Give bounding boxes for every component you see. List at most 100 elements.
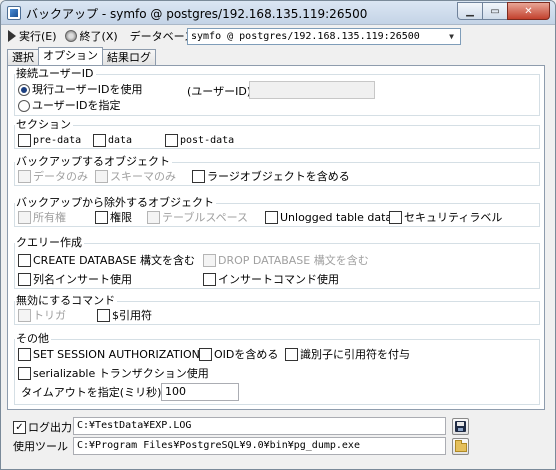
maximize-icon: ▭ [490,5,500,17]
maximize-button[interactable]: ▭ [482,2,508,20]
other-group: その他 SET SESSION AUTHORIZATION OIDを含める 識別… [14,333,540,405]
disable-commands-title: 無効にするコマンド [15,294,118,307]
checkbox-icon [203,254,216,267]
create-database-label: CREATE DATABASE 構文を含む [33,253,195,267]
database-select[interactable]: symfo @ postgres/192.168.135.119:26500 ▼ [187,28,461,45]
connection-user-title: 接続ユーザーID [15,67,96,80]
checkbox-icon [389,211,402,224]
other-title: その他 [15,332,51,345]
schema-only-label: スキーマのみ [110,169,176,183]
tab-select[interactable]: 選択 [7,49,39,65]
use-current-user-radio[interactable]: 現行ユーザーIDを使用 [18,84,143,96]
tablespace-checkbox[interactable]: テーブルスペース [147,211,248,224]
app-icon [7,6,21,20]
checkbox-icon [18,273,31,286]
privileges-label: 権限 [110,210,132,224]
checkbox-icon [165,134,178,147]
checkbox-icon [147,211,160,224]
save-log-button[interactable] [452,418,469,435]
checkbox-icon [265,211,278,224]
radio-empty-icon [18,100,30,112]
checkbox-icon [285,348,298,361]
insert-command-checkbox[interactable]: インサートコマンド使用 [203,273,339,286]
toolbar: 実行(E) 終了(X) データベース symfo @ postgres/192.… [1,25,555,47]
checkbox-icon [18,170,31,183]
run-label: 実行(E) [19,30,57,43]
ownership-label: 所有権 [33,210,66,224]
insert-command-label: インサートコマンド使用 [218,272,339,286]
timeout-input[interactable]: 100 [161,383,239,401]
checkbox-icon [18,367,31,380]
window-controls: ▁ ▭ ✕ [457,2,550,20]
timeout-label: タイムアウトを指定(ミリ秒) [21,386,162,399]
checkbox-icon [95,211,108,224]
minimize-button[interactable]: ▁ [457,2,483,20]
serializable-label: serializable トランザクション使用 [33,366,209,380]
set-session-authorization-checkbox[interactable]: SET SESSION AUTHORIZATION [18,348,200,361]
dollar-quote-checkbox[interactable]: $引用符 [97,309,152,322]
tab-result-log[interactable]: 結果ログ [102,49,156,65]
user-id-input[interactable] [249,81,375,99]
checkbox-icon [18,309,31,322]
data-checkbox[interactable]: data [93,134,132,147]
data-label: data [108,134,133,146]
tab-strip: 選択 オプション 結果ログ [7,47,156,66]
column-insert-checkbox[interactable]: 列名インサート使用 [18,273,132,286]
database-select-value: symfo @ postgres/192.168.135.119:26500 [191,31,420,42]
post-data-checkbox[interactable]: post-data [165,134,234,147]
create-database-checkbox[interactable]: CREATE DATABASE 構文を含む [18,254,195,267]
unlogged-table-data-label: Unlogged table data [280,210,393,224]
ownership-checkbox[interactable]: 所有権 [18,211,66,224]
tab-options[interactable]: オプション [38,47,103,65]
dollar-quote-label: $引用符 [112,308,152,322]
data-only-checkbox[interactable]: データのみ [18,170,88,183]
set-session-authorization-label: SET SESSION AUTHORIZATION [33,347,200,361]
folder-icon [454,440,467,452]
serializable-checkbox[interactable]: serializable トランザクション使用 [18,367,209,380]
checkbox-icon [93,134,106,147]
specify-user-radio[interactable]: ユーザーIDを指定 [18,100,121,112]
user-id-label: (ユーザーID) [187,85,252,98]
checkbox-icon [18,134,31,147]
privileges-checkbox[interactable]: 権限 [95,211,132,224]
checkbox-checked-icon: ✓ [13,421,26,434]
connection-user-group: 接続ユーザーID 現行ユーザーIDを使用 ユーザーIDを指定 (ユーザーID) [14,68,540,116]
checkbox-icon [18,211,31,224]
pre-data-checkbox[interactable]: pre-data [18,134,81,147]
post-data-label: post-data [180,134,235,146]
run-button[interactable]: 実行(E) [1,26,59,46]
section-title: セクション [15,118,73,131]
security-label-checkbox[interactable]: セキュリティラベル [389,211,502,224]
query-title: クエリー作成 [15,236,84,249]
log-output-path-input[interactable]: C:¥TestData¥EXP.LOG [73,417,446,435]
include-oid-checkbox[interactable]: OIDを含める [199,348,278,361]
specify-user-label: ユーザーIDを指定 [32,99,121,112]
close-button[interactable]: ✕ [507,2,550,20]
checkbox-icon [192,170,205,183]
browse-tool-button[interactable] [452,438,469,455]
exit-button[interactable]: 終了(X) [59,26,120,46]
trigger-label: トリガ [33,308,66,322]
radio-selected-icon [18,84,30,96]
schema-only-checkbox[interactable]: スキーマのみ [95,170,176,183]
checkbox-icon [199,348,212,361]
security-label-label: セキュリティラベル [404,210,503,224]
data-only-label: データのみ [33,169,88,183]
trigger-checkbox[interactable]: トリガ [18,309,66,322]
checkbox-icon [18,348,31,361]
checkbox-icon [95,170,108,183]
quote-identifiers-checkbox[interactable]: 識別子に引用符を付与 [285,348,410,361]
save-icon [455,421,466,432]
backup-objects-group: バックアップするオブジェクト データのみ スキーマのみ ラージオブジェクトを含め… [14,156,540,186]
unlogged-table-data-checkbox[interactable]: Unlogged table data [265,211,392,224]
log-output-label: ログ出力 [28,420,72,434]
quote-identifiers-label: 識別子に引用符を付与 [300,347,410,361]
title-bar[interactable]: バックアップ - symfo @ postgres/192.168.135.11… [1,1,555,25]
log-output-checkbox[interactable]: ✓ ログ出力 [13,421,72,434]
pre-data-label: pre-data [33,134,82,146]
drop-database-checkbox[interactable]: DROP DATABASE 構文を含む [203,254,369,267]
close-icon: ✕ [524,5,533,17]
include-oid-label: OIDを含める [214,347,279,361]
tool-path-input[interactable]: C:¥Program Files¥PostgreSQL¥9.0¥bin¥pg_d… [73,437,446,455]
large-objects-checkbox[interactable]: ラージオブジェクトを含める [192,170,350,183]
